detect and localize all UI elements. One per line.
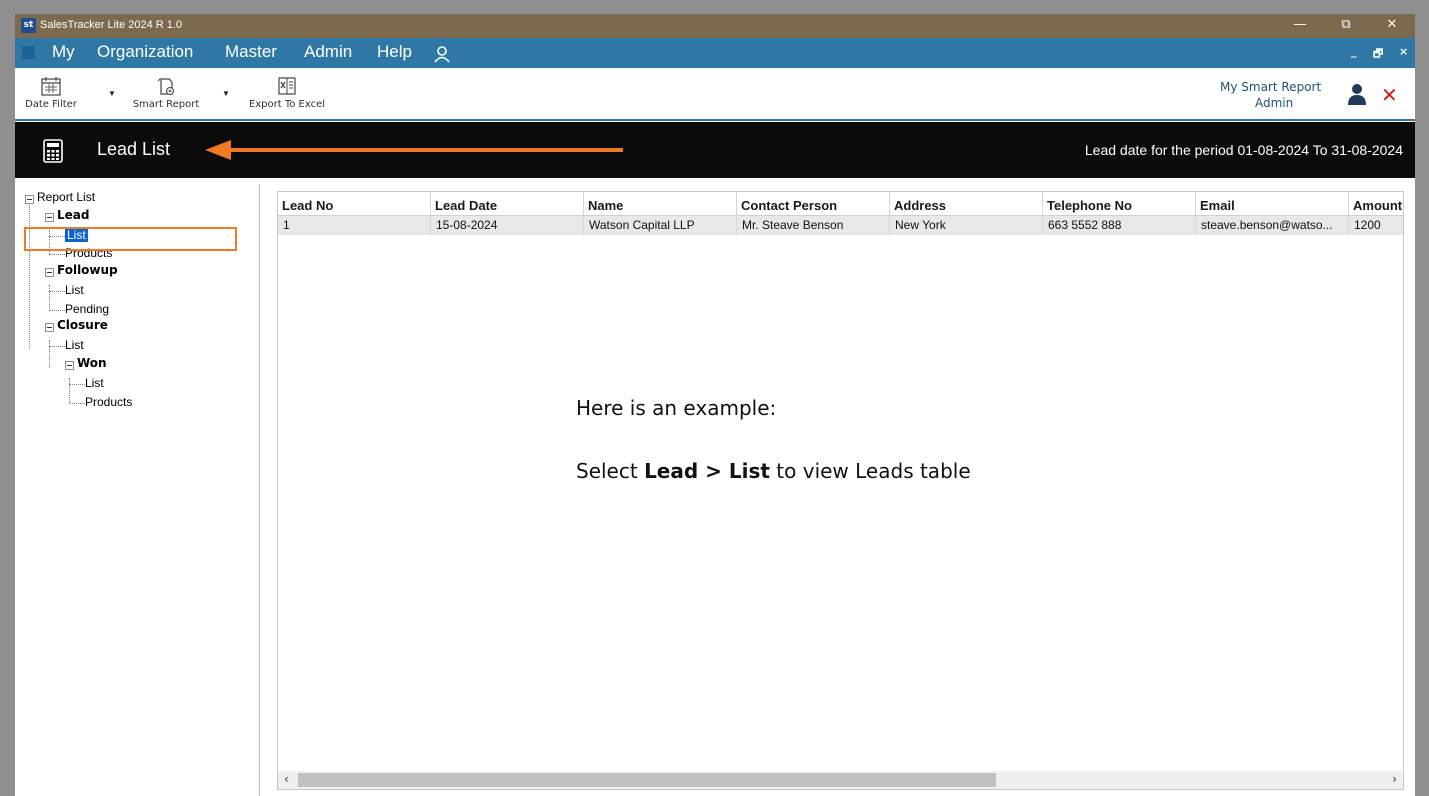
smart-report-icon [157,78,175,96]
export-excel-label: Export To Excel [248,99,326,110]
cell-telephone[interactable]: 663 5552 888 [1043,216,1196,235]
cell-contact-person[interactable]: Mr. Steave Benson [737,216,890,235]
column-header-lead-date[interactable]: Lead Date [431,192,584,216]
current-user-name: Admin [1255,96,1294,110]
column-header-lead-no[interactable]: Lead No [278,192,431,216]
scrollbar-thumb[interactable] [298,773,996,787]
export-excel-button[interactable]: Export To Excel [239,68,335,118]
collapse-followup-icon[interactable] [45,268,54,277]
calculator-icon [43,139,63,163]
annotation-arrow [205,140,623,160]
tree-guide-line [49,310,65,311]
menu-app-icon [22,46,35,59]
column-header-amount[interactable]: Amount [1349,192,1403,216]
date-filter-button[interactable]: Date Filter [21,68,81,118]
period-text: Lead date for the period 01-08-2024 To 3… [1084,142,1403,158]
highlight-box [24,227,237,251]
person-icon[interactable] [433,45,451,63]
annotation-line-1: Here is an example: [576,396,777,420]
window-title: SalesTracker Lite 2024 R 1.0 [40,19,183,31]
smart-report-dropdown-icon[interactable]: ▼ [222,89,230,98]
my-smart-report-link[interactable]: My Smart Report [1220,80,1321,94]
cell-address[interactable]: New York [890,216,1043,235]
column-header-contact-person[interactable]: Contact Person [737,192,890,216]
annotation-bold: Lead > List [644,459,770,483]
menu-bar: My Organization Master Admin Help _ 🗗 × [15,38,1415,68]
tree-won[interactable]: Won [77,356,107,370]
user-icon[interactable] [1346,82,1368,106]
cell-amount[interactable]: 1200 [1349,216,1403,235]
cell-lead-no[interactable]: 1 [278,216,431,235]
tree-guide-line [49,291,65,292]
tree-lead[interactable]: Lead [57,208,89,222]
menu-my[interactable]: My [52,42,75,62]
page-title: Lead List [97,139,171,159]
tree-closure-list[interactable]: List [65,338,84,352]
scroll-right-icon[interactable]: › [1392,772,1397,786]
tree-guide-line [69,384,85,385]
tree-guide-line [49,285,50,311]
collapse-lead-icon[interactable] [45,213,54,222]
calendar-icon [41,77,61,96]
close-window-button[interactable]: ✕ [1369,14,1415,38]
tree-guide-line [69,403,85,404]
tree-won-products[interactable]: Products [85,395,132,409]
collapse-won-icon[interactable] [65,361,74,370]
tree-guide-line [49,340,50,368]
menu-organization[interactable]: Organization [97,42,193,62]
tree-followup-list[interactable]: List [65,283,84,297]
menu-help[interactable]: Help [377,42,412,62]
date-filter-dropdown-icon[interactable]: ▼ [108,89,116,98]
column-header-name[interactable]: Name [584,192,737,216]
excel-icon [278,77,296,95]
minimize-button[interactable]: — [1277,14,1323,38]
mdi-restore-button[interactable]: 🗗 [1373,45,1383,64]
column-header-email[interactable]: Email [1196,192,1349,216]
tree-report-list[interactable]: Report List [37,190,95,204]
column-header-telephone[interactable]: Telephone No [1043,192,1196,216]
report-tree: Report List Lead List Products Followup … [19,184,260,796]
toolbar: Date Filter ▼ Smart Report ▼ Export To E… [15,68,1415,121]
cell-name[interactable]: Watson Capital LLP [584,216,737,235]
close-report-icon[interactable]: ✕ [1381,83,1398,107]
annotation-suffix: to view Leads table [769,459,971,483]
tree-followup-pending[interactable]: Pending [65,302,109,316]
collapse-closure-icon[interactable] [45,323,54,332]
tree-followup[interactable]: Followup [57,263,118,277]
title-bar: st SalesTracker Lite 2024 R 1.0 — ⧉ ✕ [15,14,1415,38]
leads-table: Lead No Lead Date Name Contact Person Ad… [277,191,1404,790]
horizontal-scrollbar[interactable]: ‹ › [278,771,1403,789]
scroll-left-icon[interactable]: ‹ [284,772,289,786]
menu-master[interactable]: Master [225,42,277,62]
tree-guide-line [49,254,65,255]
tree-guide-line [49,346,65,347]
cell-lead-date[interactable]: 15-08-2024 [431,216,584,235]
app-logo-icon: st [21,18,36,33]
tree-won-list[interactable]: List [85,376,104,390]
annotation-prefix: Select [576,459,645,483]
column-header-address[interactable]: Address [890,192,1043,216]
tree-guide-line [69,378,70,404]
date-filter-label: Date Filter [25,99,77,110]
menu-admin[interactable]: Admin [304,42,352,62]
smart-report-label: Smart Report [132,99,200,110]
mdi-close-button[interactable]: × [1399,45,1408,58]
annotation-line-2: Select Lead > List to view Leads table [576,459,971,483]
tree-guide-line [29,198,30,348]
smart-report-button[interactable]: Smart Report [121,68,211,118]
cell-email[interactable]: steave.benson@watso... [1196,216,1349,235]
restore-button[interactable]: ⧉ [1323,14,1369,38]
tree-closure[interactable]: Closure [57,318,108,332]
mdi-minimize-button[interactable]: _ [1351,45,1357,58]
collapse-report-list-icon[interactable] [25,195,34,204]
